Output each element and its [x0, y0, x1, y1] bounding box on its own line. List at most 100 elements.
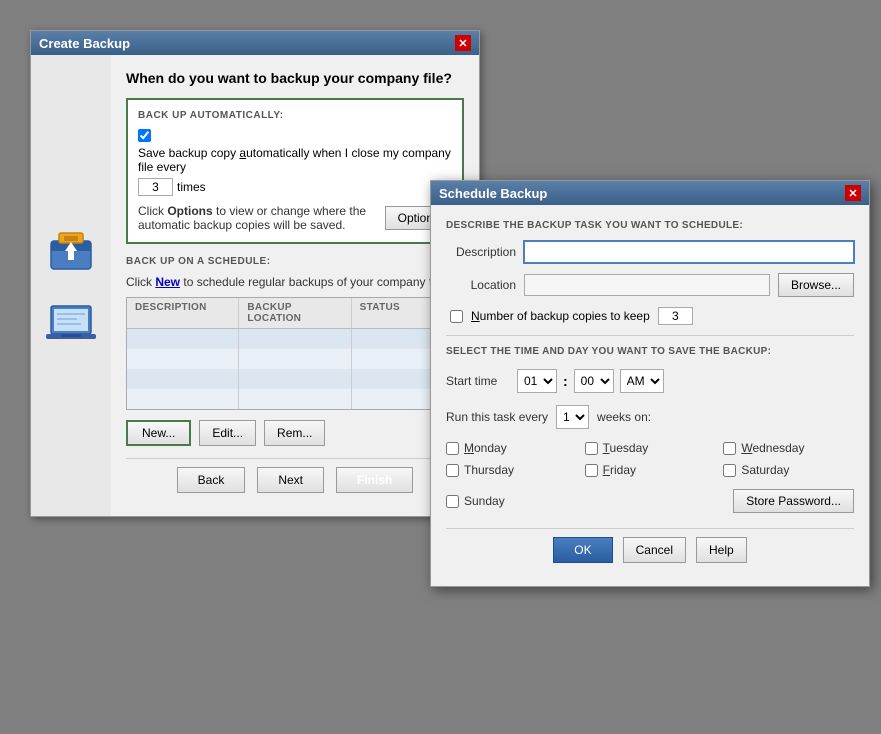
run-label: Run this task every: [446, 410, 548, 424]
run-frequency-select[interactable]: 1234: [556, 405, 589, 429]
laptop-icon-box: [46, 301, 96, 346]
auto-backup-text: Save backup copy automatically when I cl…: [138, 146, 452, 174]
schedule-backup-dialog: Schedule Backup ✕ DESCRIBE THE BACKUP TA…: [430, 180, 870, 587]
wednesday-checkbox[interactable]: [723, 442, 736, 455]
finish-button[interactable]: Finish: [336, 467, 413, 493]
run-task-row: Run this task every 1234 weeks on:: [446, 405, 854, 429]
times-label: times: [177, 180, 206, 194]
table-buttons: New... Edit... Rem...: [126, 420, 464, 446]
backup-icon-box: [46, 226, 96, 276]
copies-checkbox[interactable]: [450, 310, 463, 323]
thursday-label: Thursday: [464, 463, 514, 477]
day-wednesday: Wednesday: [723, 441, 854, 455]
table-cell: [127, 369, 239, 389]
tuesday-label: Tuesday: [603, 441, 649, 455]
table-row: [127, 369, 463, 389]
section-divider: [446, 335, 854, 336]
table-header: DESCRIPTION BACKUP LOCATION STATUS: [127, 298, 463, 329]
create-backup-window: Create Backup ✕: [30, 30, 480, 517]
table-row: [127, 389, 463, 409]
schedule-dialog-titlebar: Schedule Backup ✕: [431, 181, 869, 205]
briefcase-icon: [46, 226, 96, 276]
saturday-checkbox[interactable]: [723, 464, 736, 477]
copies-row: Number of backup copies to keep: [446, 307, 854, 325]
start-time-row: Start time 01020304 05060708 09101112 : …: [446, 369, 854, 393]
options-row: Click Options to view or change where th…: [138, 204, 452, 232]
day-sunday: Sunday: [446, 494, 505, 508]
laptop-icon: [46, 301, 96, 346]
monday-label: Monday: [464, 441, 507, 455]
time-colon: :: [563, 373, 568, 389]
schedule-label: BACK UP ON A SCHEDULE:: [126, 256, 464, 267]
description-label: Description: [446, 245, 516, 259]
describe-label: DESCRIBE THE BACKUP TASK YOU WANT TO SCH…: [446, 220, 854, 231]
sunday-checkbox[interactable]: [446, 495, 459, 508]
main-question: When do you want to backup your company …: [126, 70, 464, 86]
day-tuesday: Tuesday: [585, 441, 716, 455]
weeks-label: weeks on:: [597, 410, 651, 424]
edit-button[interactable]: Edit...: [199, 420, 256, 446]
description-row: Description: [446, 241, 854, 263]
schedule-dialog-body: DESCRIBE THE BACKUP TASK YOU WANT TO SCH…: [431, 205, 869, 586]
day-monday: Monday: [446, 441, 577, 455]
back-button[interactable]: Back: [177, 467, 246, 493]
main-content: When do you want to backup your company …: [111, 55, 479, 516]
table-cell: [239, 329, 351, 349]
remove-button[interactable]: Rem...: [264, 420, 325, 446]
location-label: Location: [446, 278, 516, 292]
description-input[interactable]: [524, 241, 854, 263]
times-input[interactable]: [138, 178, 173, 196]
hour-select[interactable]: 01020304 05060708 09101112: [517, 369, 557, 393]
ok-button[interactable]: OK: [553, 537, 612, 563]
monday-checkbox[interactable]: [446, 442, 459, 455]
friday-label: Friday: [603, 463, 636, 477]
ampm-select[interactable]: AMPM: [620, 369, 664, 393]
auto-backup-label: BACK UP AUTOMATICALLY:: [138, 110, 452, 121]
cancel-button[interactable]: Cancel: [623, 537, 686, 563]
nav-buttons: Back Next Finish: [126, 458, 464, 501]
col-location: BACKUP LOCATION: [239, 298, 351, 328]
auto-backup-section: BACK UP AUTOMATICALLY: Save backup copy …: [126, 98, 464, 244]
wednesday-label: Wednesday: [741, 441, 804, 455]
schedule-description: Click New to schedule regular backups of…: [126, 275, 464, 289]
location-row: Location Browse...: [446, 273, 854, 297]
schedule-dialog-title: Schedule Backup: [439, 186, 547, 201]
minute-select[interactable]: 00153045: [574, 369, 614, 393]
saturday-label: Saturday: [741, 463, 789, 477]
auto-backup-checkbox[interactable]: [138, 129, 151, 142]
new-button[interactable]: New...: [126, 420, 191, 446]
table-cell: [127, 329, 239, 349]
table-cell: [239, 369, 351, 389]
main-window-title: Create Backup: [39, 36, 130, 51]
help-button[interactable]: Help: [696, 537, 747, 563]
table-cell: [239, 349, 351, 369]
thursday-checkbox[interactable]: [446, 464, 459, 477]
schedule-close-button[interactable]: ✕: [845, 185, 861, 201]
table-row: [127, 349, 463, 369]
schedule-section: BACK UP ON A SCHEDULE: Click New to sche…: [126, 256, 464, 446]
col-description: DESCRIPTION: [127, 298, 239, 328]
browse-button[interactable]: Browse...: [778, 273, 854, 297]
table-row: [127, 329, 463, 349]
friday-checkbox[interactable]: [585, 464, 598, 477]
options-text: Click Options to view or change where th…: [138, 204, 385, 232]
main-window-titlebar: Create Backup ✕: [31, 31, 479, 55]
table-cell: [127, 389, 239, 409]
table-cell: [127, 349, 239, 369]
days-grid: Monday Tuesday Wednesday Thursday Friday…: [446, 441, 854, 477]
time-section-label: SELECT THE TIME AND DAY YOU WANT TO SAVE…: [446, 346, 854, 357]
backup-table: DESCRIPTION BACKUP LOCATION STATUS: [126, 297, 464, 410]
copies-input[interactable]: [658, 307, 693, 325]
copies-label: Number of backup copies to keep: [471, 309, 650, 323]
next-button[interactable]: Next: [257, 467, 324, 493]
day-friday: Friday: [585, 463, 716, 477]
location-input[interactable]: [524, 274, 770, 296]
store-password-button[interactable]: Store Password...: [733, 489, 854, 513]
icon-panel: [31, 55, 111, 516]
sunday-row: Sunday Store Password...: [446, 489, 854, 513]
tuesday-checkbox[interactable]: [585, 442, 598, 455]
dialog-buttons: OK Cancel Help: [446, 528, 854, 571]
auto-backup-checkbox-row: Save backup copy automatically when I cl…: [138, 129, 452, 196]
main-close-button[interactable]: ✕: [455, 35, 471, 51]
sunday-label: Sunday: [464, 494, 505, 508]
